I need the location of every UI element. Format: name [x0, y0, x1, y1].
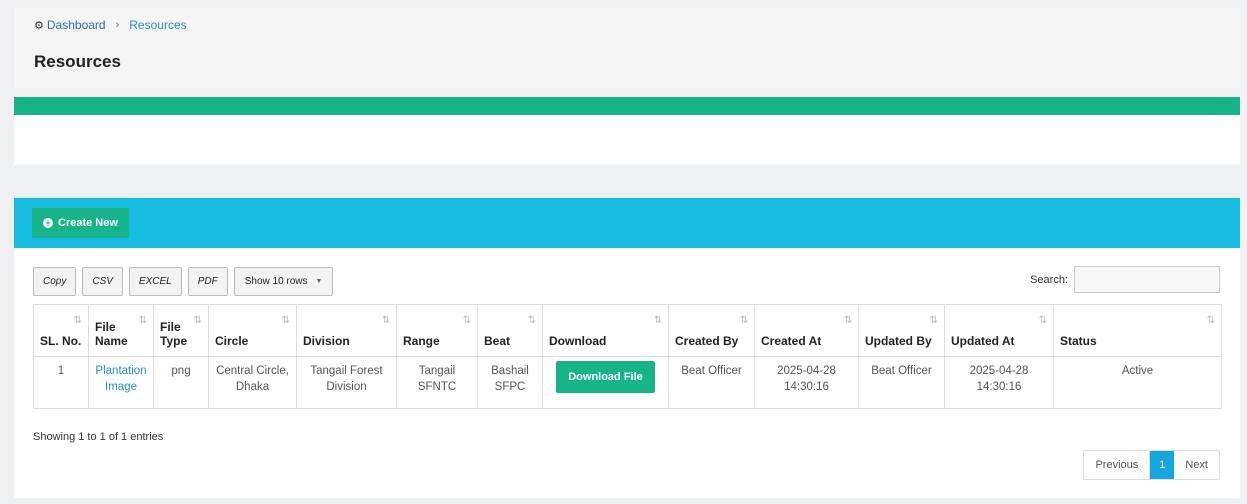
cell-status: Active: [1053, 356, 1222, 409]
col-status[interactable]: Status ⇅: [1053, 304, 1222, 357]
cell-division: Tangail Forest Division: [296, 356, 397, 409]
panel-header: + Create New: [14, 198, 1240, 248]
resources-panel: + Create New Copy CSV EXCEL PDF Show 10 …: [14, 198, 1240, 498]
sort-icon: ⇅: [138, 315, 148, 326]
sort-icon: ⇅: [739, 315, 749, 326]
search-area: Search:: [1030, 266, 1220, 293]
cell-updated-at: 2025-04-28 14:30:16: [944, 356, 1054, 409]
sort-icon: ⇅: [73, 315, 83, 326]
col-range[interactable]: Range ⇅: [396, 304, 478, 357]
pagination: Previous 1 Next: [1083, 450, 1220, 480]
table-header-row: SL. No. ⇅ File Name ⇅ File Type ⇅ Circle ⇅ D…: [33, 304, 1222, 357]
show-rows-select[interactable]: Show 10 rows ▼: [233, 267, 334, 296]
col-division[interactable]: Division ⇅: [296, 304, 397, 357]
page-header: ⚙ Dashboard › Resources Resources: [14, 8, 1240, 88]
cell-file-name: Plantation Image: [88, 356, 154, 409]
search-label: Search:: [1030, 273, 1068, 286]
excel-button[interactable]: EXCEL: [128, 267, 182, 296]
sort-icon: ⇅: [1038, 315, 1048, 326]
cell-sl: 1: [33, 356, 89, 409]
cell-created-at: 2025-04-28 14:30:16: [754, 356, 859, 409]
sort-icon: ⇅: [527, 315, 537, 326]
download-file-button[interactable]: Download File: [556, 361, 655, 393]
csv-button[interactable]: CSV: [82, 267, 123, 296]
table-toolbar: Copy CSV EXCEL PDF Show 10 rows ▼: [33, 267, 334, 296]
next-page-button[interactable]: Next: [1174, 451, 1219, 479]
search-input[interactable]: [1074, 266, 1220, 293]
cell-download: Download File: [542, 356, 669, 409]
col-sl[interactable]: SL. No. ⇅: [33, 304, 89, 357]
filter-box: [14, 97, 1240, 165]
show-rows-label: Show 10 rows: [244, 276, 308, 287]
col-download[interactable]: Download ⇅: [542, 304, 669, 357]
create-new-button[interactable]: + Create New: [32, 208, 129, 238]
dashboard-icon: ⚙: [34, 19, 44, 32]
cell-circle: Central Circle, Dhaka: [208, 356, 297, 409]
col-beat[interactable]: Beat ⇅: [477, 304, 543, 357]
table-row: 1 Plantation Image png Central Circle, D…: [33, 356, 1222, 409]
create-new-label: Create New: [58, 217, 118, 229]
pdf-button[interactable]: PDF: [187, 267, 228, 296]
breadcrumb-current[interactable]: Resources: [129, 18, 186, 32]
sort-icon: ⇅: [653, 315, 663, 326]
col-updated-by[interactable]: Updated By ⇅: [858, 304, 945, 357]
breadcrumb: ⚙ Dashboard › Resources: [34, 18, 187, 32]
entries-info: Showing 1 to 1 of 1 entries: [33, 431, 164, 443]
file-name-link[interactable]: Plantation Image: [95, 365, 146, 393]
sort-icon: ⇅: [462, 315, 472, 326]
col-file-type[interactable]: File Type ⇅: [153, 304, 209, 357]
copy-button[interactable]: Copy: [33, 267, 77, 296]
sort-icon: ⇅: [381, 315, 391, 326]
col-created-by[interactable]: Created By ⇅: [668, 304, 755, 357]
cell-file-type: png: [153, 356, 209, 409]
page-1-button[interactable]: 1: [1150, 451, 1175, 479]
sort-icon: ⇅: [193, 315, 203, 326]
page-title: Resources: [34, 52, 121, 71]
breadcrumb-dashboard-link[interactable]: Dashboard: [47, 18, 106, 32]
sort-icon: ⇅: [281, 315, 291, 326]
cell-created-by: Beat Officer: [668, 356, 755, 409]
previous-page-button[interactable]: Previous: [1084, 451, 1151, 479]
sort-icon: ⇅: [843, 315, 853, 326]
sort-icon: ⇅: [929, 315, 939, 326]
breadcrumb-separator-icon: ›: [115, 19, 120, 31]
caret-down-icon: ▼: [315, 278, 323, 285]
col-updated-at[interactable]: Updated At ⇅: [944, 304, 1054, 357]
resources-table: SL. No. ⇅ File Name ⇅ File Type ⇅ Circle ⇅ D…: [33, 304, 1222, 409]
col-circle[interactable]: Circle ⇅: [208, 304, 297, 357]
col-created-at[interactable]: Created At ⇅: [754, 304, 859, 357]
sort-icon: ⇅: [1206, 315, 1216, 326]
cell-beat: Bashail SFPC: [477, 356, 543, 409]
col-file-name[interactable]: File Name ⇅: [88, 304, 154, 357]
cell-range: Tangail SFNTC: [396, 356, 478, 409]
cell-updated-by: Beat Officer: [858, 356, 945, 409]
plus-circle-icon: +: [43, 218, 53, 228]
